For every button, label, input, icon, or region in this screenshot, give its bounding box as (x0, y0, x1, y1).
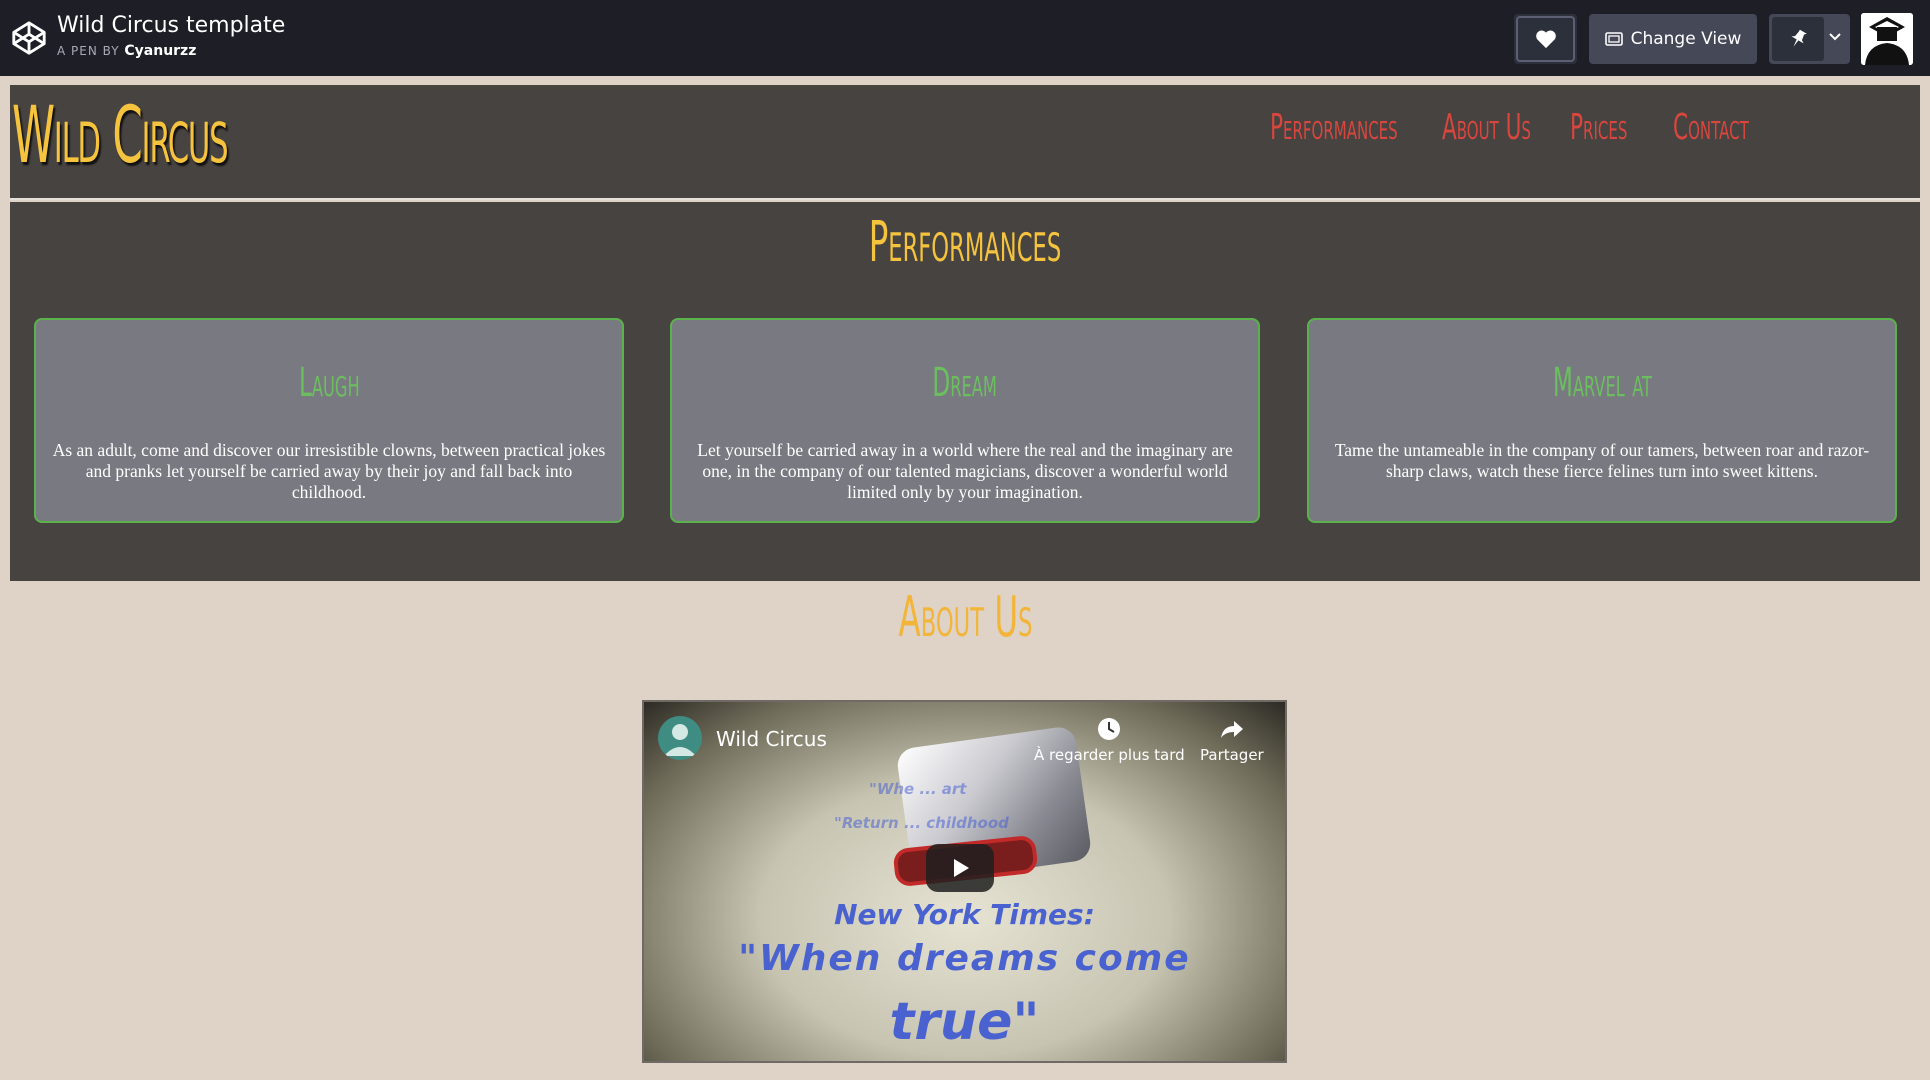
card-title: Laugh (36, 360, 622, 406)
pen-author-link[interactable]: Cyanurzz (124, 43, 196, 59)
site-header: Wild Circus Performances About Us Prices… (10, 85, 1920, 200)
watch-later-button[interactable]: À regarder plus tard (1034, 716, 1185, 764)
watch-later-label: À regarder plus tard (1034, 746, 1185, 764)
like-button[interactable] (1514, 14, 1577, 64)
site-nav: Performances About Us Prices Contact (1020, 107, 1920, 167)
pen-byline: A PEN BY Cyanurzz (57, 43, 196, 59)
byline-label: A PEN BY (57, 44, 120, 58)
nav-prices[interactable]: Prices (1570, 107, 1627, 148)
user-avatar[interactable] (1861, 13, 1913, 65)
avatar-icon (1861, 13, 1913, 65)
codepen-header: Wild Circus template A PEN BY Cyanurzz C… (0, 0, 1930, 76)
thumbnail-faint-text: "Whe ... art (869, 780, 967, 798)
card-title-text: Laugh (298, 360, 360, 406)
heart-icon (1535, 30, 1556, 49)
thumbnail-faint-text: "Return ... childhood (834, 814, 1009, 832)
about-title: About Us (10, 585, 1920, 650)
share-button[interactable]: Partager (1200, 716, 1264, 764)
like-button-frame (1516, 16, 1575, 62)
change-view-button[interactable]: Change View (1589, 14, 1757, 64)
performances-title: Performances (10, 210, 1920, 275)
card-text: Tame the untameable in the company of ou… (1334, 440, 1870, 481)
pin-button-main[interactable] (1772, 17, 1824, 61)
view-icon (1604, 32, 1623, 46)
play-button[interactable] (926, 844, 994, 892)
video-channel-name[interactable]: Wild Circus (716, 727, 827, 751)
nav-contact[interactable]: Contact (1673, 107, 1749, 148)
share-label: Partager (1200, 746, 1264, 764)
card-text: Let yourself be carried away in a world … (697, 440, 1233, 502)
nav-performances[interactable]: Performances (1270, 107, 1398, 148)
card-title-text: Marvel at (1552, 360, 1652, 406)
thumbnail-quote-source: New York Times: (834, 898, 1095, 931)
performances-section: Performances Laugh As an adult, come and… (10, 202, 1920, 581)
user-icon (664, 724, 696, 756)
performance-card-dream: Dream Let yourself be carried away in a … (670, 318, 1260, 523)
card-title: Marvel at (1309, 360, 1895, 406)
nav-about-us[interactable]: About Us (1442, 107, 1531, 148)
clock-icon (1098, 718, 1121, 740)
thumbnail-quote-line: "When dreams come (738, 938, 1191, 979)
pin-button[interactable] (1769, 14, 1850, 64)
channel-avatar[interactable] (658, 716, 702, 760)
card-title: Dream (672, 360, 1258, 406)
performance-card-laugh: Laugh As an adult, come and discover our… (34, 318, 624, 523)
youtube-video-embed[interactable]: "Whe ... art "Return ... childhood Wild … (642, 700, 1287, 1063)
pin-icon (1791, 29, 1807, 47)
card-title-text: Dream (932, 360, 998, 406)
play-icon (954, 859, 969, 877)
site-logo-text[interactable]: Wild Circus (12, 91, 229, 181)
share-icon (1220, 721, 1243, 738)
pen-title[interactable]: Wild Circus template (57, 13, 285, 38)
performances-title-text: Performances (868, 210, 1062, 275)
chevron-down-icon[interactable] (1828, 30, 1842, 44)
change-view-label: Change View (1630, 29, 1742, 49)
thumbnail-quote-line: true" (889, 992, 1040, 1052)
performance-card-marvel: Marvel at Tame the untameable in the com… (1307, 318, 1897, 523)
card-text: As an adult, come and discover our irres… (52, 440, 606, 502)
codepen-logo-icon[interactable] (10, 18, 48, 58)
about-title-text: About Us (898, 585, 1032, 650)
